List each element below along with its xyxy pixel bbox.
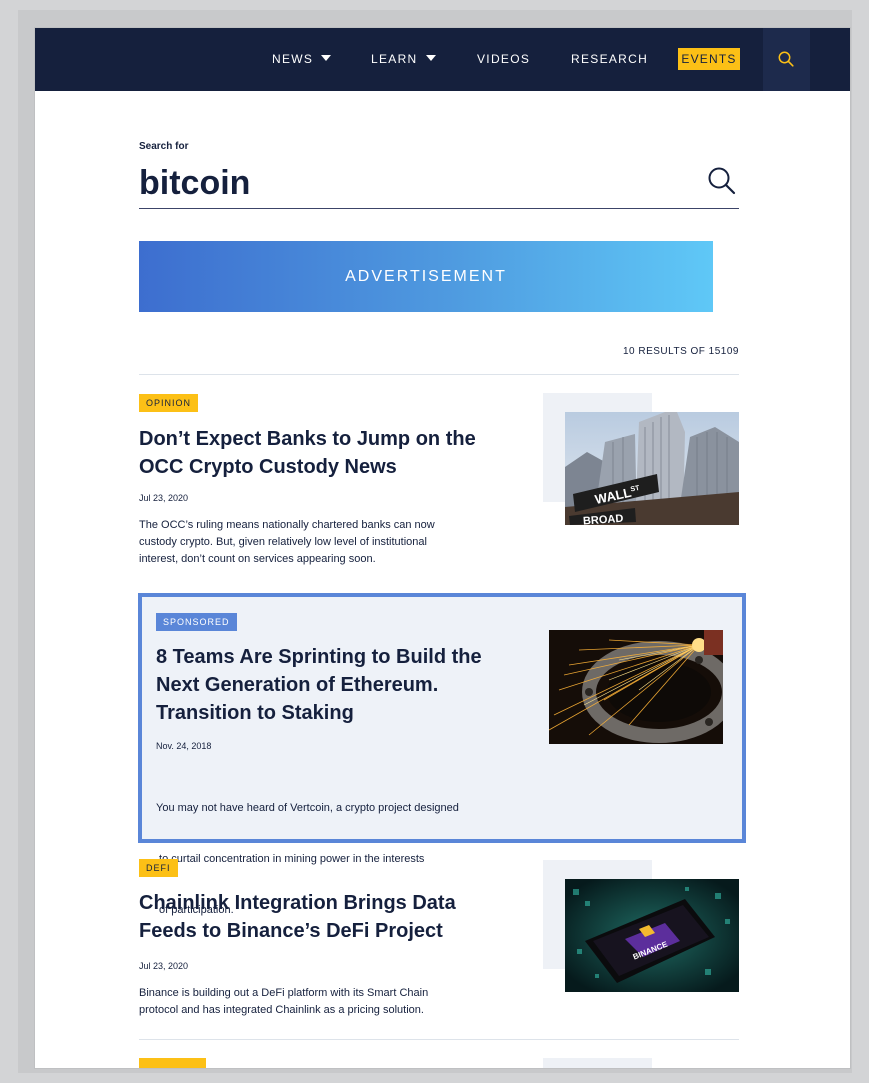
- advertisement-label: ADVERTISEMENT: [345, 268, 507, 285]
- title-line: 8 Teams Are Sprinting to Build the: [156, 646, 482, 668]
- top-nav: NEWS LEARN VIDEOS RESEARCH EVENTS: [35, 28, 850, 91]
- caret-down-icon: [425, 55, 436, 61]
- nav-research-label: RESEARCH: [571, 52, 649, 66]
- nav-videos[interactable]: VIDEOS: [477, 28, 530, 91]
- nav-research[interactable]: RESEARCH: [571, 28, 648, 91]
- title-line: Transition to Staking: [156, 702, 354, 724]
- title-line: Next Generation of Ethereum.: [156, 674, 439, 696]
- events-button[interactable]: EVENTS: [678, 48, 740, 70]
- binance-phone-image: BINANCE: [565, 879, 739, 992]
- article-title[interactable]: Chainlink Integration Brings Data Feeds …: [139, 889, 456, 945]
- article-date: Jul 23, 2020: [139, 961, 189, 971]
- wall-street-image: WALLST BROAD: [565, 412, 739, 525]
- title-line: Chainlink Integration Brings Data: [139, 892, 456, 914]
- search-icon: [778, 51, 794, 67]
- divider: [139, 1039, 739, 1040]
- nav-news[interactable]: NEWS: [272, 28, 332, 91]
- thumbnail-backdrop: [543, 1058, 652, 1068]
- advertisement-banner[interactable]: ADVERTISEMENT: [139, 241, 713, 312]
- summary-line: to curtail concentration in mining power…: [156, 853, 425, 865]
- results-count: 10 RESULTS OF 15109: [622, 346, 739, 357]
- article-title[interactable]: 8 Teams Are Sprinting to Build the Next …: [156, 643, 482, 727]
- summary-line: interest, don’t count on services appear…: [139, 553, 376, 565]
- nav-learn-label: LEARN: [371, 52, 418, 66]
- search-label: Search for: [139, 141, 189, 152]
- nav-videos-label: VIDEOS: [477, 52, 531, 66]
- nav-news-label: NEWS: [272, 52, 314, 66]
- title-line: Feeds to Binance’s DeFi Project: [139, 920, 443, 942]
- tag-sponsored: SPONSORED: [156, 613, 237, 631]
- summary-line: protocol and has integrated Chainlink as…: [139, 1004, 424, 1016]
- article-summary: Binance is building out a DeFi platform …: [139, 985, 428, 1019]
- summary-line: custody crypto. But, given relatively lo…: [139, 536, 427, 548]
- search-underline: [139, 208, 739, 209]
- nav-learn[interactable]: LEARN: [371, 28, 436, 91]
- summary-line: The OCC’s ruling means nationally charte…: [139, 519, 435, 531]
- summary-line: Binance is building out a DeFi platform …: [139, 987, 429, 999]
- grinder-sparks-image: [549, 630, 723, 744]
- article-date: Jul 23, 2020: [139, 493, 189, 503]
- page: NEWS LEARN VIDEOS RESEARCH EVENTS Search…: [35, 28, 850, 1068]
- nav-search-button[interactable]: [763, 28, 810, 91]
- article-date: Nov. 24, 2018: [156, 741, 212, 751]
- tag-defi[interactable]: DEFI: [139, 859, 178, 877]
- tag-opinion[interactable]: OPINION: [139, 394, 199, 412]
- article-thumbnail-binance[interactable]: BINANCE: [565, 879, 739, 992]
- article-summary: The OCC’s ruling means nationally charte…: [139, 517, 435, 568]
- title-line: Don’t Expect Banks to Jump on the: [139, 428, 476, 450]
- article-title[interactable]: Don’t Expect Banks to Jump on the OCC Cr…: [139, 425, 476, 481]
- sign-broad-text: BROAD: [583, 513, 624, 525]
- next-result-tag[interactable]: [139, 1058, 206, 1068]
- article-thumbnail-sparks[interactable]: [549, 630, 723, 744]
- title-line: OCC Crypto Custody News: [139, 456, 397, 478]
- search-submit-icon[interactable]: [707, 166, 737, 196]
- summary-line: You may not have heard of Vertcoin, a cr…: [156, 802, 459, 814]
- search-input[interactable]: [139, 159, 699, 207]
- caret-down-icon: [321, 55, 332, 61]
- article-thumbnail-wall-street[interactable]: WALLST BROAD: [565, 412, 739, 525]
- divider: [139, 374, 739, 375]
